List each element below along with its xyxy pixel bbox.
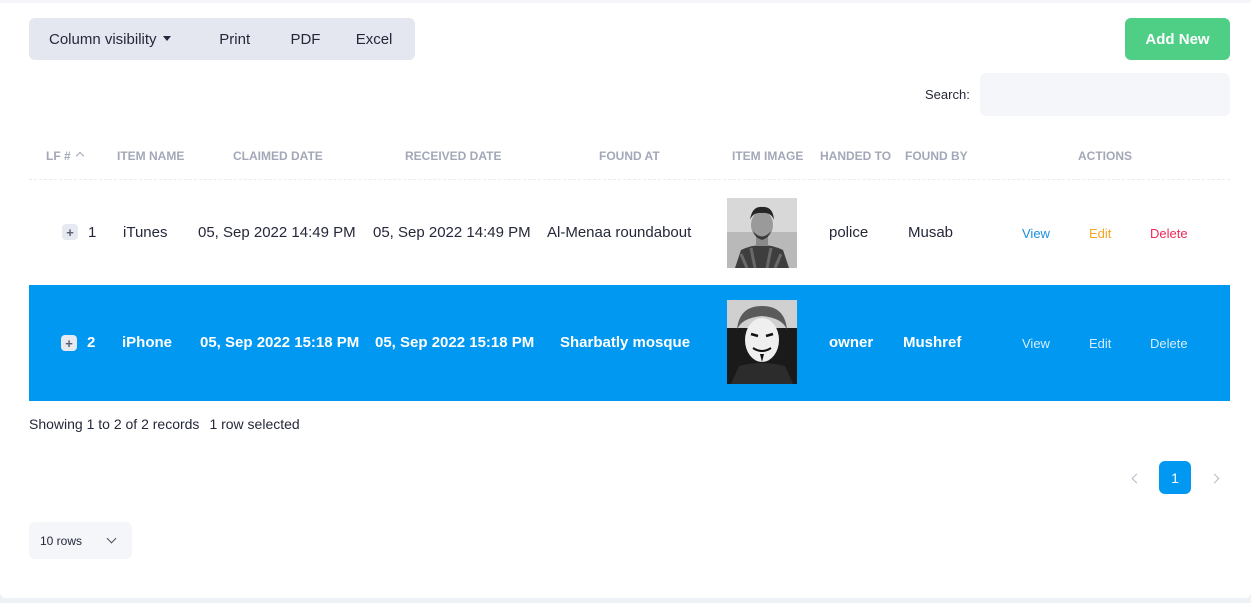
expand-row-icon[interactable]: +	[62, 224, 78, 240]
header-lf-label: LF #	[46, 149, 71, 163]
caret-down-icon	[162, 35, 171, 41]
edit-link[interactable]: Edit	[1089, 336, 1111, 351]
header-handed-to[interactable]: HANDED TO	[820, 149, 891, 163]
person-photo-icon	[727, 198, 797, 268]
selection-count-text: 1 row selected	[209, 416, 300, 432]
export-button-group: Column visibility Print PDF Excel	[29, 18, 415, 60]
header-claimed-date[interactable]: CLAIMED DATE	[233, 149, 323, 163]
table-info: Showing 1 to 2 of 2 records 1 row selecte…	[29, 416, 300, 432]
header-lf[interactable]: LF #	[46, 149, 84, 163]
print-button[interactable]: Print	[219, 18, 290, 60]
column-visibility-label: Column visibility	[49, 30, 157, 48]
chevron-right-icon	[1209, 473, 1219, 483]
item-image-thumbnail[interactable]	[727, 300, 797, 384]
sort-ascending-icon	[75, 151, 84, 161]
header-received-date[interactable]: RECEIVED DATE	[405, 149, 501, 163]
pdf-button[interactable]: PDF	[290, 18, 355, 60]
header-item-image[interactable]: ITEM IMAGE	[732, 149, 803, 163]
next-page-button[interactable]	[1208, 468, 1220, 488]
view-link[interactable]: View	[1022, 226, 1050, 241]
records-count-text: Showing 1 to 2 of 2 records	[29, 416, 200, 432]
cell-handed-to: police	[829, 224, 869, 241]
mask-photo-icon	[727, 300, 797, 384]
header-actions: ACTIONS	[1078, 149, 1132, 163]
expand-row-icon[interactable]: +	[61, 335, 77, 351]
table-header: LF # ITEM NAME CLAIMED DATE RECEIVED DAT…	[29, 130, 1230, 180]
cell-lf: 2	[87, 334, 96, 351]
search-label: Search:	[925, 87, 970, 102]
rows-per-page-select[interactable]: 10 rows	[29, 522, 132, 559]
table-row-selected[interactable]: + 2 iPhone 05, Sep 2022 15:18 PM 05, Sep…	[29, 285, 1230, 401]
cell-lf: 1	[88, 224, 97, 241]
cell-found-at: Al-Menaa roundabout	[547, 224, 692, 241]
cell-item-name: iTunes	[123, 224, 168, 241]
previous-page-button[interactable]	[1130, 468, 1142, 488]
header-found-by[interactable]: FOUND BY	[905, 149, 968, 163]
delete-link[interactable]: Delete	[1150, 226, 1188, 241]
cell-found-by: Mushref	[903, 334, 962, 351]
add-new-button[interactable]: Add New	[1125, 18, 1230, 60]
rows-per-page-value: 10 rows	[40, 533, 83, 548]
cell-found-by: Musab	[908, 224, 954, 241]
table-row[interactable]: + 1 iTunes 05, Sep 2022 14:49 PM 05, Sep…	[29, 181, 1230, 284]
header-item-name[interactable]: ITEM NAME	[117, 149, 184, 163]
cell-found-at: Sharbatly mosque	[560, 334, 691, 351]
cell-item-name: iPhone	[122, 334, 173, 351]
cell-received-date: 05, Sep 2022 15:18 PM	[375, 334, 535, 351]
column-visibility-button[interactable]: Column visibility	[29, 18, 199, 60]
top-divider	[0, 0, 1251, 3]
datatable-card: Column visibility Print PDF Excel Add Ne…	[0, 0, 1251, 598]
page-button-1[interactable]: 1	[1159, 461, 1191, 494]
chevron-down-icon	[106, 533, 117, 544]
chevron-left-icon	[1131, 473, 1141, 483]
header-found-at[interactable]: FOUND AT	[599, 149, 660, 163]
cell-received-date: 05, Sep 2022 14:49 PM	[373, 224, 531, 241]
cell-claimed-date: 05, Sep 2022 14:49 PM	[198, 224, 356, 241]
search-input[interactable]	[980, 73, 1230, 116]
item-image-thumbnail[interactable]	[727, 198, 797, 268]
view-link[interactable]: View	[1022, 336, 1050, 351]
excel-button[interactable]: Excel	[356, 18, 415, 60]
cell-claimed-date: 05, Sep 2022 15:18 PM	[200, 334, 360, 351]
cell-handed-to: owner	[829, 334, 874, 351]
edit-link[interactable]: Edit	[1089, 226, 1111, 241]
delete-link[interactable]: Delete	[1150, 336, 1188, 351]
